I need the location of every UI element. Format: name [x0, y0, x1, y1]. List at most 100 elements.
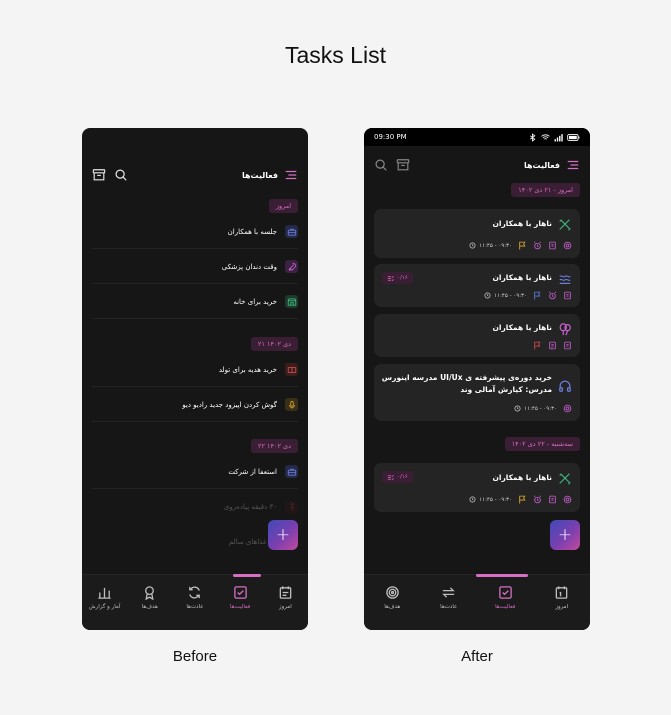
card-title: ناهار با همکاران [492, 473, 552, 482]
note-icon[interactable] [563, 341, 572, 350]
after-screen: 09:30 PM فعالیت‌ها امروز - ۲۱ دی ۱۴۰۲ [364, 128, 590, 630]
task-label: استعفا از شرکت [228, 467, 277, 476]
status-bar: 09:30 PM [364, 128, 590, 146]
time-range: ۱۱:۴۵ - ۰۹:۳۰ [469, 496, 512, 503]
task-label: خرید هدیه برای تولد [218, 365, 277, 374]
card-title: ناهار با همکاران [492, 323, 552, 332]
app-bar: فعالیت‌ها [82, 163, 308, 187]
balloon-icon [558, 321, 572, 336]
utensils-icon [558, 471, 572, 485]
list-item[interactable]: استعفا از شرکت [92, 455, 298, 489]
flag-icon[interactable] [518, 495, 527, 504]
list-item[interactable]: گوش کردن اپیزود جدید رادیو دیو [92, 388, 298, 422]
nav-item-stats[interactable]: آمار و گزارش [83, 585, 127, 610]
task-card[interactable]: ناهار با همکاران ۰/۱۶ ۱۱:۴۵ - ۰۹:۳۰ [374, 264, 580, 307]
nav-item-tasks[interactable]: فعالیت‌ها [483, 585, 527, 610]
task-card[interactable]: ناهار با همکاران ۱۱:۴۵ - ۰۹:۳۰ [374, 209, 580, 258]
time-range: ۱۱:۴۵ - ۰۹:۳۰ [469, 242, 512, 249]
add-task-button[interactable]: + [268, 520, 298, 550]
bluetooth-icon [528, 132, 537, 142]
add-task-button[interactable]: + [550, 520, 580, 550]
list-item[interactable]: وقت دندان پزشکی [92, 250, 298, 284]
calendar-icon [554, 585, 569, 600]
progress-badge: ۰/۱۶ [382, 272, 413, 284]
task-label: گوش کردن اپیزود جدید رادیو دیو [182, 400, 277, 409]
nav-item-today[interactable]: امروز [263, 585, 307, 610]
caption-before: Before [172, 648, 218, 665]
archive-icon[interactable] [92, 168, 106, 182]
list-item[interactable]: خرید برای خانه [92, 285, 298, 319]
note-icon[interactable] [563, 291, 572, 300]
flag-icon[interactable] [518, 241, 527, 250]
rocket-icon [285, 260, 298, 273]
target-icon [385, 585, 400, 600]
medal-icon [142, 585, 157, 600]
briefcase-icon [285, 465, 298, 478]
nav-item-habits[interactable]: عادت‌ها [173, 585, 217, 610]
flag-icon[interactable] [533, 291, 542, 300]
list-item[interactable]: جلسه با همکاران [92, 215, 298, 249]
note2-icon[interactable] [548, 341, 557, 350]
search-icon[interactable] [374, 158, 388, 172]
menu-icon[interactable] [566, 158, 580, 172]
flag-icon[interactable] [533, 341, 542, 350]
clock-icon [469, 496, 476, 503]
time-range: ۱۱:۴۵ - ۰۹:۳۰ [514, 405, 557, 412]
store-icon [285, 295, 298, 308]
briefcase-icon [285, 225, 298, 238]
checkbox-icon [233, 585, 248, 600]
clock-icon [484, 292, 491, 299]
status-time: 09:30 PM [374, 133, 407, 141]
card-title: ناهار با همکاران [492, 219, 552, 228]
note-icon[interactable] [548, 495, 557, 504]
active-indicator [476, 574, 528, 577]
microphone-icon [285, 398, 298, 411]
bottom-nav: هدف‌ها عادت‌ها فعالیت‌ها امروز [364, 574, 590, 630]
app-bar: فعالیت‌ها [364, 153, 590, 177]
task-label: جلسه با همکاران [227, 227, 277, 236]
nav-item-goals[interactable]: هدف‌ها [370, 585, 414, 610]
task-card[interactable]: ناهار با همکاران [374, 314, 580, 357]
page-title: Tasks List [285, 42, 386, 68]
search-icon[interactable] [114, 168, 128, 182]
task-label: ۳۰ دقیقه پیاده‌روی [223, 503, 277, 511]
wifi-icon [541, 133, 550, 142]
task-card[interactable]: ناهار با همکاران ۰/۱۶ ۱۱:۴۵ - ۰۹:۳۰ [374, 463, 580, 512]
nav-item-today[interactable]: امروز [540, 585, 584, 610]
date-chip: امروز - ۲۱ دی ۱۴۰۲ [511, 183, 580, 197]
chart-icon [97, 585, 112, 600]
nav-item-tasks[interactable]: فعالیت‌ها [218, 585, 262, 610]
alarm-icon[interactable] [533, 495, 542, 504]
menu-icon[interactable] [284, 168, 298, 182]
nav-item-habits[interactable]: عادت‌ها [427, 585, 471, 610]
bottom-nav: آمار و گزارش هدف‌ها عادت‌ها فعالیت‌ها ام… [82, 574, 308, 630]
app-title: فعالیت‌ها [241, 170, 278, 180]
calendar-icon [278, 585, 293, 600]
task-label: خرید برای خانه [233, 297, 277, 306]
nav-item-goals[interactable]: هدف‌ها [128, 585, 172, 610]
utensils-icon [558, 217, 572, 231]
archive-icon[interactable] [396, 158, 410, 172]
list-item[interactable]: ۳۰ دقیقه پیاده‌روی [92, 490, 298, 524]
card-meta [533, 341, 572, 350]
active-indicator [233, 574, 261, 577]
card-meta: ۱۱:۴۵ - ۰۹:۳۰ [484, 291, 572, 300]
target-icon[interactable] [563, 404, 572, 413]
checkbox-icon [498, 585, 513, 600]
card-meta: ۱۱:۴۵ - ۰۹:۳۰ [469, 241, 572, 250]
target-icon[interactable] [563, 495, 572, 504]
alarm-icon[interactable] [533, 241, 542, 250]
task-label: وقت دندان پزشکی [221, 262, 277, 271]
waves-icon [558, 271, 572, 285]
list-item[interactable]: خرید هدیه برای تولد [92, 353, 298, 387]
date-chip: سه‌شنبه - ۲۲ دی ۱۴۰۲ [504, 437, 580, 451]
note-icon[interactable] [548, 241, 557, 250]
repeat-icon [441, 585, 456, 600]
ticket-icon [285, 363, 298, 376]
alarm-icon[interactable] [548, 291, 557, 300]
app-title: فعالیت‌ها [523, 160, 560, 170]
card-title: خرید دوره‌ی پیشرفته ی UI/Ux مدرسه اینورس… [381, 373, 552, 394]
target-icon[interactable] [563, 241, 572, 250]
task-card[interactable]: خرید دوره‌ی پیشرفته ی UI/Ux مدرسه اینورس… [374, 364, 580, 421]
progress-badge: ۰/۱۶ [382, 471, 413, 483]
